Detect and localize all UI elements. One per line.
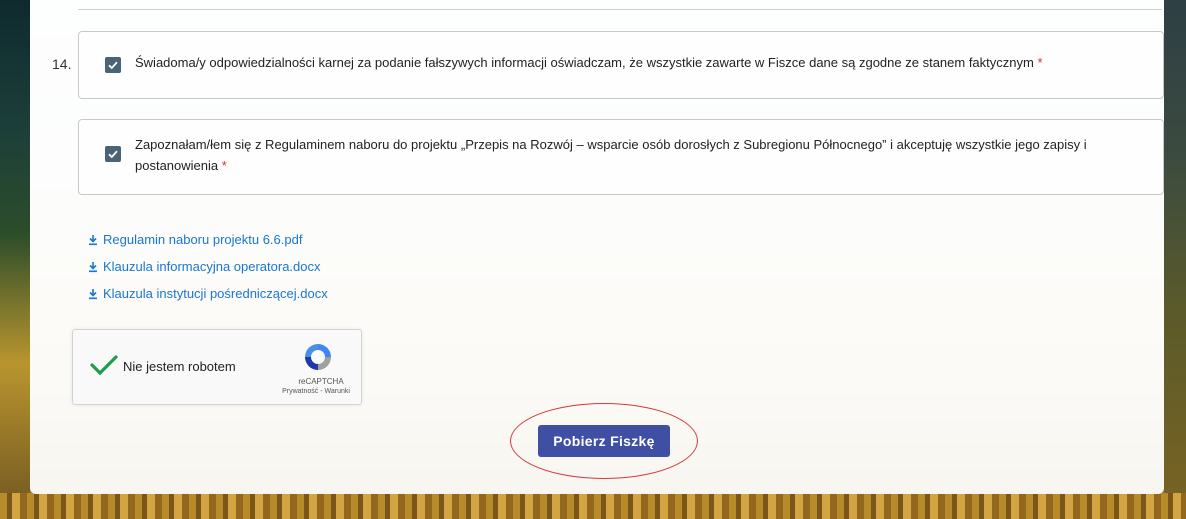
- declaration-checkbox[interactable]: [105, 57, 121, 73]
- download-links: Regulamin naboru projektu 6.6.pdf Klauzu…: [88, 226, 328, 307]
- recaptcha-widget: Nie jestem robotem reCAPTCHA Prywatność …: [72, 329, 362, 405]
- declaration-text: Świadoma/y odpowiedzialności karnej za p…: [135, 52, 1145, 73]
- checkmark-icon: [108, 150, 118, 159]
- item-number: 14.: [52, 56, 72, 72]
- download-link-row: Regulamin naboru projektu 6.6.pdf: [88, 226, 328, 253]
- recaptcha-logo-icon: [305, 344, 331, 370]
- regulations-checkbox[interactable]: [105, 146, 121, 162]
- klauzula-instytucji-link[interactable]: Klauzula instytucji pośredniczącej.docx: [103, 286, 328, 301]
- download-icon: [88, 261, 98, 273]
- download-icon: [88, 288, 98, 300]
- background-wheat-field: [0, 493, 1186, 519]
- download-icon: [88, 234, 98, 246]
- divider: [78, 9, 1162, 10]
- download-link-row: Klauzula informacyjna operatora.docx: [88, 253, 328, 280]
- regulations-checkbox-container: Zapoznałam/łem się z Regulaminem naboru …: [78, 119, 1164, 195]
- declaration-label: Świadoma/y odpowiedzialności karnej za p…: [135, 55, 1034, 70]
- recaptcha-terms[interactable]: Prywatność - Warunki: [271, 388, 361, 395]
- checkmark-icon: [108, 61, 118, 70]
- recaptcha-brand: reCAPTCHA: [298, 377, 344, 386]
- regulamin-link[interactable]: Regulamin naboru projektu 6.6.pdf: [103, 232, 302, 247]
- klauzula-operatora-link[interactable]: Klauzula informacyjna operatora.docx: [103, 259, 321, 274]
- regulations-label-line1: Zapoznałam/łem się z Regulaminem naboru …: [135, 137, 1087, 152]
- captcha-checkmark-icon[interactable]: [89, 354, 119, 376]
- required-mark: *: [221, 158, 227, 173]
- declaration-checkbox-container: Świadoma/y odpowiedzialności karnej za p…: [78, 31, 1164, 99]
- download-link-row: Klauzula instytucji pośredniczącej.docx: [88, 280, 328, 307]
- download-fiszka-button[interactable]: Pobierz Fiszkę: [538, 425, 670, 457]
- background-landscape-left: [0, 0, 30, 519]
- captcha-label: Nie jestem robotem: [123, 359, 236, 374]
- background-landscape-right: [1164, 0, 1186, 519]
- required-mark: *: [1037, 55, 1043, 70]
- regulations-label-line2: postanowienia: [135, 158, 219, 173]
- regulations-text: Zapoznałam/łem się z Regulaminem naboru …: [135, 134, 1151, 176]
